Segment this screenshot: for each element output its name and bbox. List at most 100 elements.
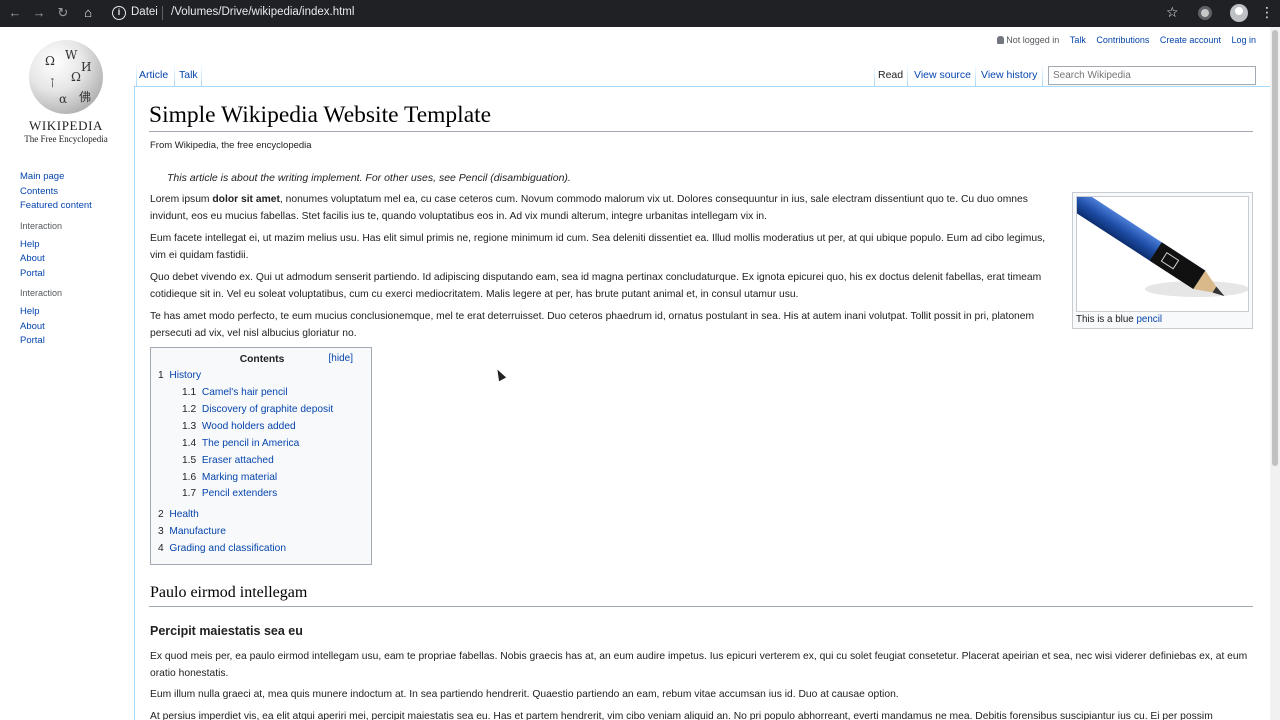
scrollbar-thumb[interactable]: [1272, 30, 1278, 466]
paragraph-1: Lorem ipsum dolor sit amet, nonumes volu…: [150, 192, 1062, 225]
page-title: Simple Wikipedia Website Template: [149, 102, 492, 128]
sidebar-item-portal-2[interactable]: Portal: [20, 334, 130, 349]
search-input[interactable]: [1048, 66, 1256, 85]
tab-article[interactable]: Article: [139, 69, 168, 81]
subsection-heading: Percipit maiestatis sea eu: [150, 624, 303, 638]
paragraph-7: At persius imperdiet vis, ea elit atqui …: [150, 711, 1213, 720]
sidebar-item-contents[interactable]: Contents: [20, 185, 130, 200]
toc-number: 2: [158, 509, 164, 520]
toc-item[interactable]: 1.2 Discovery of graphite deposit: [182, 404, 333, 415]
toc-number: 3: [158, 526, 164, 537]
paragraph-2: Eum facete intellegat ei, ut mazim meliu…: [150, 233, 1046, 261]
url-scheme: Datei: [131, 6, 158, 18]
profile-avatar-icon[interactable]: [1230, 4, 1248, 22]
logo-wordmark: WIKIPEDIA: [29, 118, 103, 133]
toc-link[interactable]: Marking material: [202, 472, 277, 483]
tab-read[interactable]: Read: [878, 69, 903, 81]
contributions-link[interactable]: Contributions: [1096, 35, 1149, 45]
pencil-illustration: [1077, 197, 1248, 297]
toc-number: 1.5: [182, 455, 197, 466]
sidebar-item-main-page[interactable]: Main page: [20, 170, 130, 185]
toc-item[interactable]: 1.4 The pencil in America: [182, 438, 299, 449]
back-arrow-icon[interactable]: ←: [6, 4, 24, 22]
login-link[interactable]: Log in: [1231, 35, 1256, 45]
toc-hide-toggle[interactable]: [hide]: [329, 353, 353, 364]
create-account-link[interactable]: Create account: [1160, 35, 1221, 45]
wikipedia-logo[interactable]: Ω W И ן Ω α 佛 WIKIPEDIA The Free Encyclo…: [20, 38, 112, 148]
toc-number: 1.6: [182, 472, 197, 483]
user-icon: [997, 36, 1005, 44]
toc-link[interactable]: Health: [169, 509, 198, 520]
hatnote: This article is about the writing implem…: [167, 172, 571, 184]
site-subtitle: From Wikipedia, the free encyclopedia: [150, 140, 312, 151]
toc-link[interactable]: Manufacture: [169, 526, 226, 537]
address-bar[interactable]: /Volumes/Drive/wikipedia/index.html: [171, 6, 354, 18]
url-separator: [162, 6, 163, 20]
not-logged-in-label: Not logged in: [1006, 35, 1060, 45]
toc-link[interactable]: Discovery of graphite deposit: [202, 404, 333, 415]
toc-link[interactable]: Wood holders added: [202, 421, 296, 432]
p1-rest: , nonumes voluptatum mel ea, cu case cet…: [150, 194, 1028, 222]
sidebar-item-help[interactable]: Help: [20, 238, 130, 253]
toc-link[interactable]: Camel's hair pencil: [202, 387, 288, 398]
tab-divider: [1042, 64, 1043, 86]
home-icon[interactable]: ⌂: [79, 4, 97, 22]
p1-bold: dolor sit amet: [212, 194, 280, 205]
sidebar-item-help-2[interactable]: Help: [20, 305, 130, 320]
title-divider: [149, 131, 1253, 132]
paragraph-4: Te has amet modo perfecto, te eum mucius…: [150, 311, 1035, 339]
pencil-link[interactable]: pencil: [1136, 314, 1162, 325]
personal-talk-link[interactable]: Talk: [1070, 35, 1086, 45]
toc-item[interactable]: 1.3 Wood holders added: [182, 421, 296, 432]
toc-number: 1.1: [182, 387, 197, 398]
toc-link[interactable]: Grading and classification: [169, 543, 286, 554]
section-heading: Paulo eirmod intellegam: [150, 584, 308, 601]
menu-dots-icon[interactable]: ⋮: [1260, 4, 1274, 21]
toc-number: 1.3: [182, 421, 197, 432]
toc-link[interactable]: Pencil extenders: [202, 488, 277, 499]
toc-item[interactable]: 3 Manufacture: [158, 526, 226, 537]
toc-link[interactable]: History: [169, 370, 201, 381]
section-divider: [149, 606, 1253, 607]
paragraph-6: Eum illum nulla graeci at, mea quis mune…: [150, 689, 899, 700]
sidebar: Main page Contents Featured content Inte…: [20, 170, 130, 349]
toc-link[interactable]: The pencil in America: [202, 438, 299, 449]
extension-icon[interactable]: [1198, 6, 1212, 20]
tab-divider: [975, 64, 976, 86]
toc-number: 1.2: [182, 404, 197, 415]
sidebar-item-featured-content[interactable]: Featured content: [20, 199, 130, 214]
tab-talk[interactable]: Talk: [179, 69, 198, 81]
toc-link[interactable]: Eraser attached: [202, 455, 274, 466]
reload-icon[interactable]: ↻: [54, 4, 72, 22]
pencil-thumbnail: This is a blue pencil: [1072, 192, 1253, 329]
sidebar-item-about-2[interactable]: About: [20, 320, 130, 335]
table-of-contents: Contents [hide] 1 History 1.1 Camel's ha…: [150, 347, 372, 565]
browser-toolbar: ← → ↻ ⌂ i Datei /Volumes/Drive/wikipedia…: [0, 0, 1280, 27]
toc-item[interactable]: 1.1 Camel's hair pencil: [182, 387, 288, 398]
paragraph-5: Ex quod meis per, ea paulo eirmod intell…: [150, 651, 1248, 679]
toc-number: 1.7: [182, 488, 197, 499]
paragraph-3: Quo debet vivendo ex. Qui ut admodum sen…: [150, 272, 1042, 300]
toc-number: 1.4: [182, 438, 197, 449]
toc-number: 1: [158, 370, 164, 381]
sidebar-item-about[interactable]: About: [20, 252, 130, 267]
tab-view-history[interactable]: View history: [981, 69, 1037, 81]
tab-divider: [907, 64, 908, 86]
tab-view-source[interactable]: View source: [914, 69, 971, 81]
sidebar-item-portal[interactable]: Portal: [20, 267, 130, 282]
toc-item[interactable]: 1.6 Marking material: [182, 472, 277, 483]
info-icon[interactable]: i: [112, 6, 126, 20]
pencil-image[interactable]: [1076, 196, 1249, 312]
personal-tools: Not logged in Talk Contributions Create …: [989, 35, 1256, 45]
toc-item[interactable]: 4 Grading and classification: [158, 543, 286, 554]
not-logged-in: Not logged in: [997, 35, 1059, 45]
toc-item[interactable]: 2 Health: [158, 509, 199, 520]
toc-item[interactable]: 1.7 Pencil extenders: [182, 488, 277, 499]
toc-item[interactable]: 1.5 Eraser attached: [182, 455, 274, 466]
globe-icon: Ω W И ן Ω α 佛: [29, 40, 103, 114]
forward-arrow-icon[interactable]: →: [30, 4, 48, 22]
bookmark-star-icon[interactable]: ☆: [1166, 4, 1179, 21]
thumb-caption: This is a blue pencil: [1076, 312, 1249, 325]
sidebar-heading-interaction-2: Interaction: [20, 288, 63, 298]
toc-item[interactable]: 1 History: [158, 370, 201, 381]
